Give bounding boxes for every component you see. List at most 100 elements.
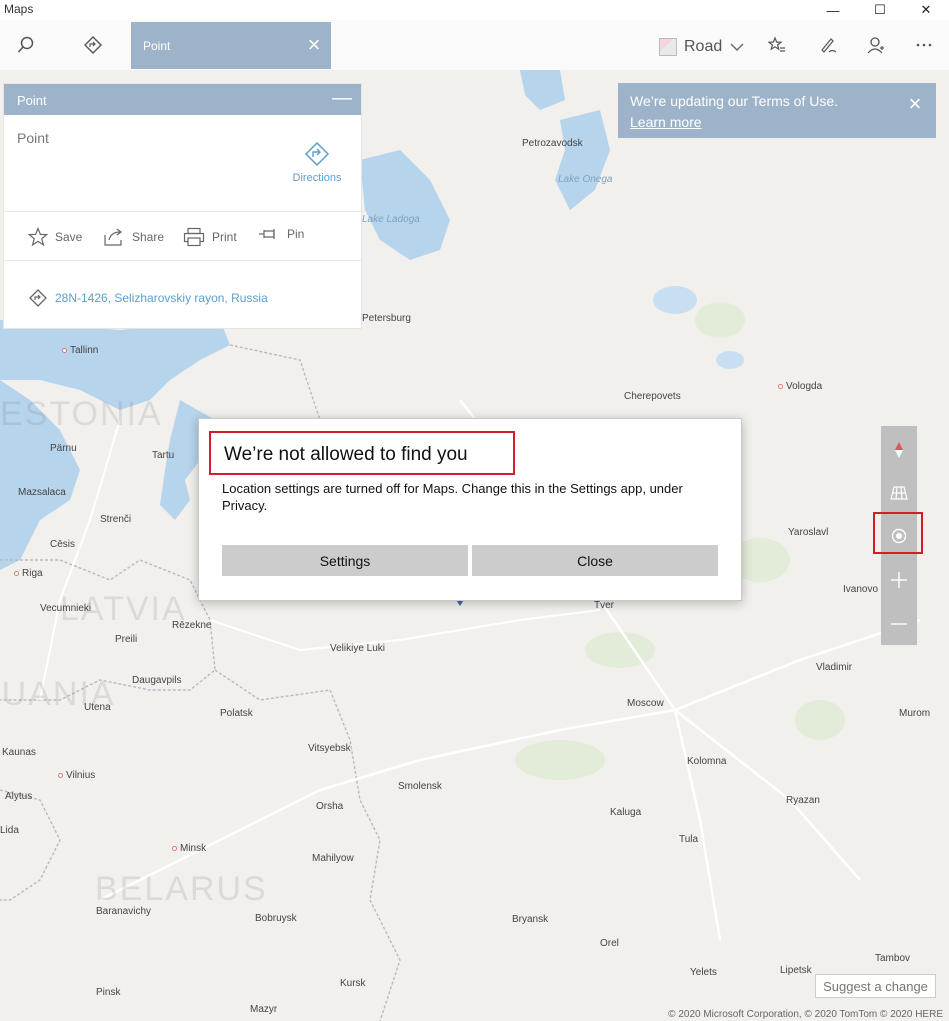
map-city-label: Bryansk [512,914,549,925]
map-city-label: Minsk [172,843,206,854]
map-city-label: Lake Ladoga [362,214,420,225]
minus-icon [891,623,907,625]
map-city-label: Tallinn [62,345,98,356]
map-city-label: Yelets [690,967,717,978]
dialog-title: We’re not allowed to find you [224,444,468,465]
dialog-message: Location settings are turned off for Map… [222,481,683,513]
map-city-label: Kolomna [687,756,727,767]
save-label: Save [55,230,83,244]
map-country-label: BELARUS [95,870,268,908]
map-city-label: Petersburg [362,313,411,324]
title-bar: Maps — ☐ ✕ [0,0,949,20]
map-city-label: Strenči [100,514,132,525]
save-button[interactable]: Save [28,227,82,247]
maximize-button[interactable]: ☐ [857,0,903,20]
point-card-header: Point — [4,84,361,115]
dialog-title-highlight: We’re not allowed to find you [209,431,515,475]
map-style-dropdown[interactable]: Road [659,37,744,57]
pin-button[interactable]: Pin [258,227,304,241]
copyright-text: © 2020 Microsoft Corporation, © 2020 Tom… [668,1009,943,1020]
grid-icon [890,486,908,500]
directions-icon [304,141,330,167]
map-city-label: Kaluga [610,807,642,818]
chevron-down-icon [730,43,744,51]
address-link[interactable]: 28N-1426, Selizharovskiy rayon, Russia [29,289,268,307]
close-search-icon[interactable]: × [303,34,325,56]
favorites-icon[interactable] [760,28,794,62]
directions-label: Directions [292,172,342,184]
settings-button[interactable]: Settings [222,545,468,576]
directions-button[interactable]: Directions [286,141,348,184]
map-city-label: Mazsalaca [18,487,66,498]
search-tab[interactable]: Point × [131,22,331,69]
map-city-label: Lake Onega [558,174,613,185]
map-city-label: Utena [84,702,111,713]
map-city-label: Tartu [152,450,175,461]
map-city-label: Baranavichy [96,906,152,917]
pin-icon [259,229,275,239]
map-city-label: Alytus [5,791,33,802]
share-label: Share [132,230,165,244]
map-style-label: Road [684,38,723,55]
location-button-highlight [873,512,923,554]
map-city-label: Vecumnieki [40,603,92,614]
minimize-button[interactable]: — [810,0,856,20]
zoom-out-button[interactable] [881,602,917,646]
map-city-label: Polatsk [220,708,253,719]
search-tab-label: Point [143,39,171,53]
suggest-change-button[interactable]: Suggest a change [815,974,936,998]
close-window-button[interactable]: ✕ [903,0,949,20]
app-title: Maps [4,2,34,16]
address-text: 28N-1426, Selizharovskiy rayon, Russia [55,291,268,305]
star-icon [28,227,48,247]
map-city-label: Daugavpils [132,675,182,686]
terms-text: We’re updating our Terms of Use. [630,93,839,109]
map-city-label: Lipetsk [780,965,812,976]
compass-icon [895,442,903,458]
map-city-label: Vologda [778,381,822,392]
learn-more-link[interactable]: Learn more [630,114,702,130]
terms-banner: We’re updating our Terms of Use. Learn m… [618,83,936,138]
map-country-label: ESTONIA [0,395,163,433]
map-city-label: Cherepovets [624,391,681,402]
share-button[interactable]: Share [103,227,164,247]
place-name: Point [17,130,49,146]
map-city-label: Orsha [316,801,344,812]
print-label: Print [212,230,237,244]
road-style-swatch-icon [659,38,677,56]
map-city-label: Yaroslavl [788,527,829,538]
print-button[interactable]: Print [183,227,237,247]
directions-icon[interactable] [76,28,110,62]
map-city-label: Lida [0,825,19,836]
divider [4,260,363,261]
compass-button[interactable] [881,428,917,472]
minimize-card-icon[interactable]: — [331,88,353,108]
map-city-label: Tver [594,600,614,611]
more-options-icon[interactable] [907,28,941,62]
printer-icon [183,227,205,247]
map-city-label: Cēsis [50,539,76,550]
divider [4,211,363,212]
map-city-label: Smolensk [398,781,442,792]
map-city-label: Mahilyow [312,853,354,864]
directions-icon [29,289,47,307]
pin-label: Pin [287,227,305,241]
map-city-label: Riga [14,568,43,579]
map-city-label: Kursk [340,978,366,989]
map-city-label: Vilnius [58,770,95,781]
map-city-label: Orel [600,938,619,949]
3d-cities-button[interactable] [881,471,917,515]
ink-pen-icon[interactable] [811,28,845,62]
map-city-label: Petrozavodsk [522,138,583,149]
search-icon[interactable] [9,28,43,62]
close-banner-icon[interactable]: × [904,93,926,115]
map-city-label: Vladimir [816,662,853,673]
map-city-label: Bobruysk [255,913,297,924]
account-icon[interactable] [859,28,893,62]
zoom-in-button[interactable] [881,558,917,602]
map-city-label: Moscow [627,698,664,709]
map-city-label: Rēzekne [172,620,212,631]
close-button[interactable]: Close [472,545,718,576]
share-icon [104,228,122,246]
map-city-label: Kaunas [2,747,36,758]
